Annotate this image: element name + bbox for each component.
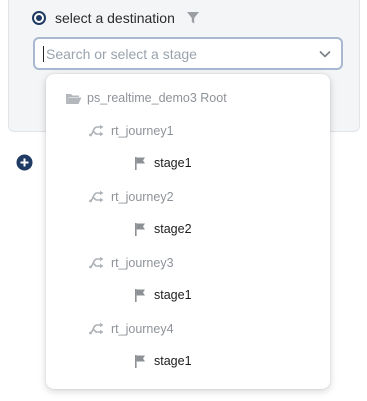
- tree-root-item: ps_realtime_demo3 Root: [64, 88, 227, 108]
- stage-label[interactable]: stage1: [154, 285, 192, 305]
- flag-icon: [131, 221, 149, 237]
- stage-item[interactable]: stage1: [131, 285, 192, 305]
- page: select a destination Search or select a …: [0, 0, 367, 401]
- journey-item: rt_journey4: [88, 319, 174, 339]
- stage-select[interactable]: [33, 37, 343, 70]
- radio-selected-dot: [36, 15, 42, 21]
- flag-icon: [131, 155, 149, 171]
- plus-circle-icon[interactable]: [16, 154, 33, 171]
- journey-label: rt_journey2: [111, 190, 174, 204]
- journey-icon: [88, 321, 106, 337]
- journey-icon: [88, 123, 106, 139]
- journey-label: rt_journey4: [111, 322, 174, 336]
- journey-icon: [88, 255, 106, 271]
- stage-item[interactable]: stage2: [131, 219, 192, 239]
- journey-icon: [88, 189, 106, 205]
- stage-label[interactable]: stage2: [154, 219, 192, 239]
- flag-icon: [131, 353, 149, 369]
- chevron-down-icon[interactable]: [317, 46, 333, 62]
- destination-radio[interactable]: [32, 11, 46, 25]
- journey-label: rt_journey3: [111, 256, 174, 270]
- journey-item: rt_journey3: [88, 253, 174, 273]
- stage-item[interactable]: stage1: [131, 351, 192, 371]
- flag-icon: [131, 287, 149, 303]
- journey-item: rt_journey1: [88, 121, 174, 141]
- filter-icon[interactable]: [185, 10, 201, 26]
- journey-label: rt_journey1: [111, 124, 174, 138]
- stage-item[interactable]: stage1: [131, 153, 192, 173]
- stage-label[interactable]: stage1: [154, 153, 192, 173]
- destination-radio-label[interactable]: select a destination: [55, 10, 175, 26]
- text-caret: [43, 45, 44, 62]
- journey-item: rt_journey2: [88, 187, 174, 207]
- stage-search-input[interactable]: [46, 45, 317, 62]
- tree-root-label: ps_realtime_demo3 Root: [87, 91, 227, 105]
- destination-option[interactable]: select a destination: [32, 8, 201, 28]
- folder-open-icon: [64, 90, 82, 106]
- stage-dropdown-menu: ps_realtime_demo3 Root rt_journey1 stage…: [46, 74, 330, 389]
- stage-label[interactable]: stage1: [154, 351, 192, 371]
